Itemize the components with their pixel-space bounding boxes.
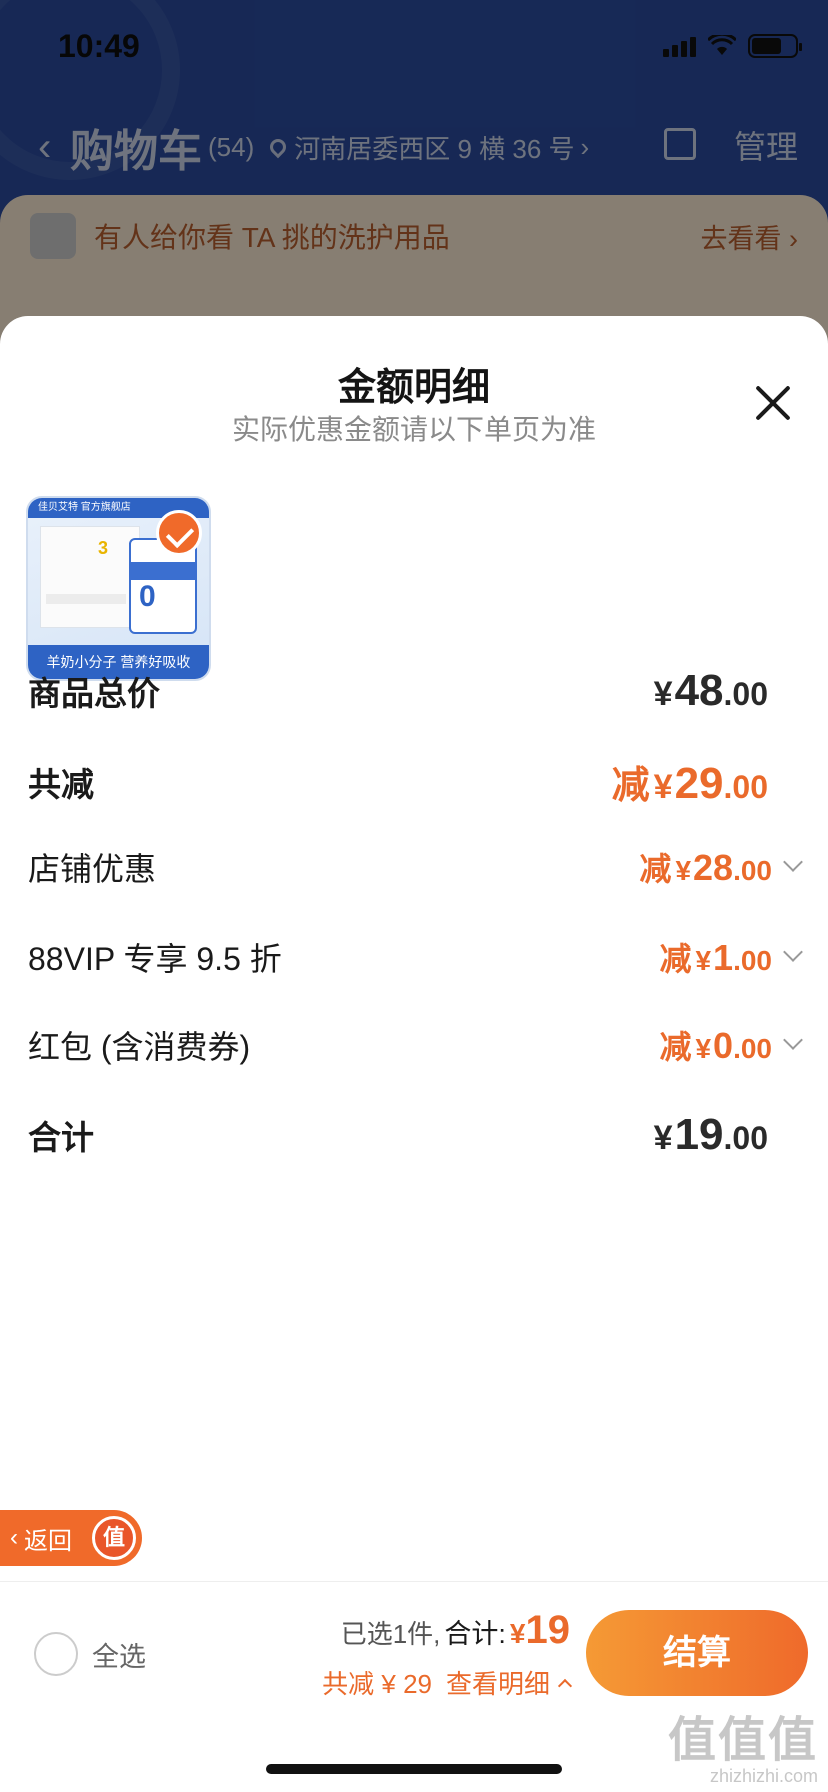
total-value: 19 (525, 1608, 571, 1652)
total-reduction-amount: 减 ¥29.00 (611, 759, 768, 808)
selected-summary: 已选1件, 合计: ¥ 19 (341, 1608, 570, 1653)
amount-detail-sheet: 金额明细 实际优惠金额请以下单页为准 佳贝艾特 官方旗舰店 3 0 羊奶小分子 … (0, 316, 828, 1792)
reduce-summary: 共减 ¥ 29 (322, 1669, 432, 1699)
chevron-down-icon[interactable] (783, 942, 803, 962)
row-store-discount[interactable]: 店铺优惠 减 ¥28.00 (28, 844, 803, 890)
total-label: 合计: (444, 1619, 506, 1649)
goods-total-amount: ¥48.00 (653, 666, 768, 715)
selected-check-icon[interactable] (156, 510, 202, 556)
chevron-down-icon[interactable] (783, 1030, 803, 1050)
checkout-button[interactable]: 结算 (586, 1610, 808, 1696)
float-back-label: 返回 (24, 1527, 72, 1555)
home-indicator[interactable] (266, 1764, 562, 1774)
goods-total-label: 商品总价 (28, 675, 160, 712)
chevron-up-icon[interactable] (557, 1678, 573, 1693)
product-thumbnail[interactable]: 佳贝艾特 官方旗舰店 3 0 羊奶小分子 营养好吸收 (26, 496, 211, 681)
select-all-label: 全选 (92, 1641, 146, 1672)
watermark: 值值值 zhizhizhi.com (668, 1700, 818, 1787)
select-all-radio[interactable] (34, 1632, 78, 1676)
sum-amount: ¥19.00 (653, 1110, 768, 1159)
vip-discount-amount: 减 ¥1.00 (659, 937, 772, 978)
sheet-title: 金额明细 (337, 367, 490, 409)
zhi-badge-icon: 值 (92, 1516, 136, 1560)
row-redpack[interactable]: 红包 (含消费券) 减 ¥0.00 (28, 1022, 803, 1068)
view-detail-link[interactable]: 查看明细 (446, 1664, 550, 1701)
total-reduction-label: 共减 (28, 765, 94, 803)
sum-label: 合计 (28, 1119, 94, 1156)
row-total-reduction: 共减 减 ¥29.00 (28, 754, 800, 809)
row-goods-total: 商品总价 ¥48.00 (28, 666, 800, 716)
sheet-subtitle: 实际优惠金额请以下单页为准 (231, 414, 596, 445)
redpack-label: 红包 (含消费券) (28, 1029, 251, 1065)
chevron-down-icon[interactable] (783, 852, 803, 872)
row-vip-discount[interactable]: 88VIP 专享 9.5 折 减 ¥1.00 (28, 934, 803, 980)
product-package-image (40, 526, 140, 628)
watermark-logo: 值值值 (667, 1714, 818, 1767)
float-back-button[interactable]: ‹ 返回 值 (0, 1510, 142, 1566)
product-package-label (46, 594, 126, 604)
selected-count: 已选1件, (340, 1619, 441, 1649)
view-detail-toggle[interactable]: 共减 ¥ 29 查看明细 (322, 1664, 573, 1701)
product-stage-number: 3 (98, 538, 109, 558)
back-arrow-icon: ‹ (10, 1524, 18, 1551)
total-currency: ¥ (509, 1618, 526, 1649)
vip-discount-label: 88VIP 专享 9.5 折 (28, 941, 282, 977)
redpack-amount: 减 ¥0.00 (659, 1025, 772, 1066)
product-panel-value: 0 (139, 580, 156, 613)
store-discount-label: 店铺优惠 (28, 851, 157, 887)
select-all-toggle[interactable]: 全选 (34, 1632, 146, 1676)
close-icon[interactable] (754, 384, 792, 422)
store-discount-amount: 减 ¥28.00 (639, 847, 772, 888)
row-sum: 合计 ¥19.00 (28, 1110, 800, 1160)
